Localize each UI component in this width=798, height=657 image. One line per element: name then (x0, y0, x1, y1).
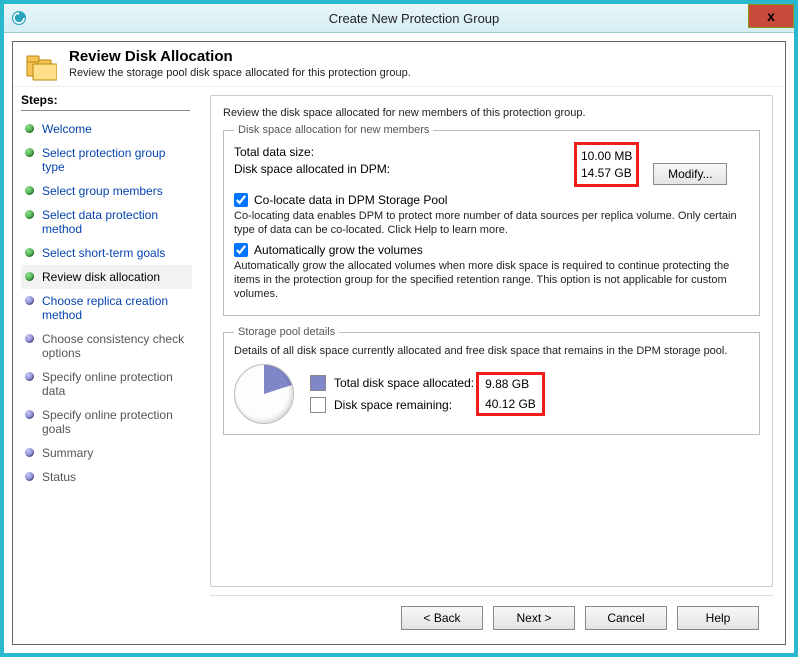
colocate-desc: Co-locating data enables DPM to protect … (234, 209, 749, 237)
intro-text: Review the disk space allocated for new … (223, 106, 760, 120)
app-icon (10, 9, 28, 27)
pool-remaining-label: Disk space remaining: (334, 398, 452, 412)
legend-remaining-swatch (310, 397, 326, 413)
allocation-legend: Disk space allocation for new members (234, 124, 433, 136)
step-bullet-icon (25, 448, 34, 457)
storage-pool-group: Storage pool details Details of all disk… (223, 326, 760, 435)
step-review-disk-allocation[interactable]: Review disk allocation (21, 265, 192, 289)
step-label: Status (42, 470, 76, 484)
allocation-group: Disk space allocation for new members To… (223, 124, 760, 316)
help-button[interactable]: Help (677, 606, 759, 630)
back-button[interactable]: < Back (401, 606, 483, 630)
modify-button[interactable]: Modify... (653, 163, 727, 185)
pool-values-highlight: 9.88 GB 40.12 GB (476, 372, 545, 416)
step-bullet-icon (25, 186, 34, 195)
pie-chart-icon (234, 364, 294, 424)
cancel-button[interactable]: Cancel (585, 606, 667, 630)
step-bullet-icon (25, 148, 34, 157)
step-bullet-icon (25, 124, 34, 133)
step-label: Specify online protection data (42, 370, 188, 398)
main-panel: Review the disk space allocated for new … (210, 95, 773, 587)
step-bullet-icon (25, 372, 34, 381)
colocate-label: Co-locate data in DPM Storage Pool (254, 193, 447, 207)
step-label: Specify online protection goals (42, 408, 188, 436)
step-summary: Summary (21, 441, 192, 465)
step-specify-online-protection-data: Specify online protection data (21, 365, 192, 403)
legend-allocated-swatch (310, 375, 326, 391)
step-bullet-icon (25, 210, 34, 219)
step-bullet-icon (25, 410, 34, 419)
step-label: Select group members (42, 184, 163, 198)
autogrow-label: Automatically grow the volumes (254, 243, 423, 257)
steps-heading: Steps: (21, 93, 190, 111)
dpm-allocated-value: 14.57 GB (581, 166, 632, 180)
page-title: Review Disk Allocation (69, 48, 411, 65)
pool-allocated-value: 9.88 GB (485, 377, 536, 391)
window-title: Create New Protection Group (34, 11, 794, 26)
steps-sidebar: Steps: Welcome Select protection group ty… (13, 87, 198, 644)
colocate-checkbox-row: Co-locate data in DPM Storage Pool (234, 193, 749, 207)
step-bullet-icon (25, 272, 34, 281)
step-label: Select data protection method (42, 208, 188, 236)
page-header: Review Disk Allocation Review the storag… (13, 42, 785, 86)
step-label: Choose replica creation method (42, 294, 188, 322)
button-bar: < Back Next > Cancel Help (210, 595, 773, 640)
step-select-short-term-goals[interactable]: Select short-term goals (21, 241, 192, 265)
next-button[interactable]: Next > (493, 606, 575, 630)
storage-pool-legend: Storage pool details (234, 326, 339, 338)
close-icon: x (767, 8, 775, 24)
storage-pool-desc: Details of all disk space currently allo… (234, 344, 749, 358)
step-bullet-icon (25, 296, 34, 305)
autogrow-checkbox[interactable] (234, 243, 248, 257)
step-label: Welcome (42, 122, 92, 136)
step-bullet-icon (25, 334, 34, 343)
step-select-protection-group-type[interactable]: Select protection group type (21, 141, 192, 179)
titlebar: Create New Protection Group x (4, 4, 794, 33)
close-button[interactable]: x (748, 4, 794, 28)
step-choose-consistency-check-options: Choose consistency check options (21, 327, 192, 365)
step-select-group-members[interactable]: Select group members (21, 179, 192, 203)
dialog-body: Review Disk Allocation Review the storag… (12, 41, 786, 645)
step-welcome[interactable]: Welcome (21, 117, 192, 141)
total-data-size-label: Total data size: (234, 145, 494, 159)
dialog-window: Create New Protection Group x Review Dis… (0, 0, 798, 657)
step-bullet-icon (25, 248, 34, 257)
pool-remaining-value: 40.12 GB (485, 397, 536, 411)
step-label: Select protection group type (42, 146, 188, 174)
step-select-data-protection-method[interactable]: Select data protection method (21, 203, 192, 241)
total-data-size-value: 10.00 MB (581, 149, 632, 163)
step-label: Select short-term goals (42, 246, 165, 260)
allocation-values-highlight: 10.00 MB 14.57 GB (574, 142, 639, 187)
step-specify-online-protection-goals: Specify online protection goals (21, 403, 192, 441)
dpm-allocated-label: Disk space allocated in DPM: (234, 162, 494, 176)
step-label: Review disk allocation (42, 270, 160, 284)
step-choose-replica-creation-method[interactable]: Choose replica creation method (21, 289, 192, 327)
folder-icon (25, 50, 57, 82)
autogrow-desc: Automatically grow the allocated volumes… (234, 259, 749, 301)
content-area: Review the disk space allocated for new … (198, 87, 785, 644)
step-bullet-icon (25, 472, 34, 481)
autogrow-checkbox-row: Automatically grow the volumes (234, 243, 749, 257)
colocate-checkbox[interactable] (234, 193, 248, 207)
step-label: Summary (42, 446, 93, 460)
step-status: Status (21, 465, 192, 489)
pool-allocated-label: Total disk space allocated: (334, 376, 474, 390)
page-subtitle: Review the storage pool disk space alloc… (69, 67, 411, 79)
step-label: Choose consistency check options (42, 332, 188, 360)
